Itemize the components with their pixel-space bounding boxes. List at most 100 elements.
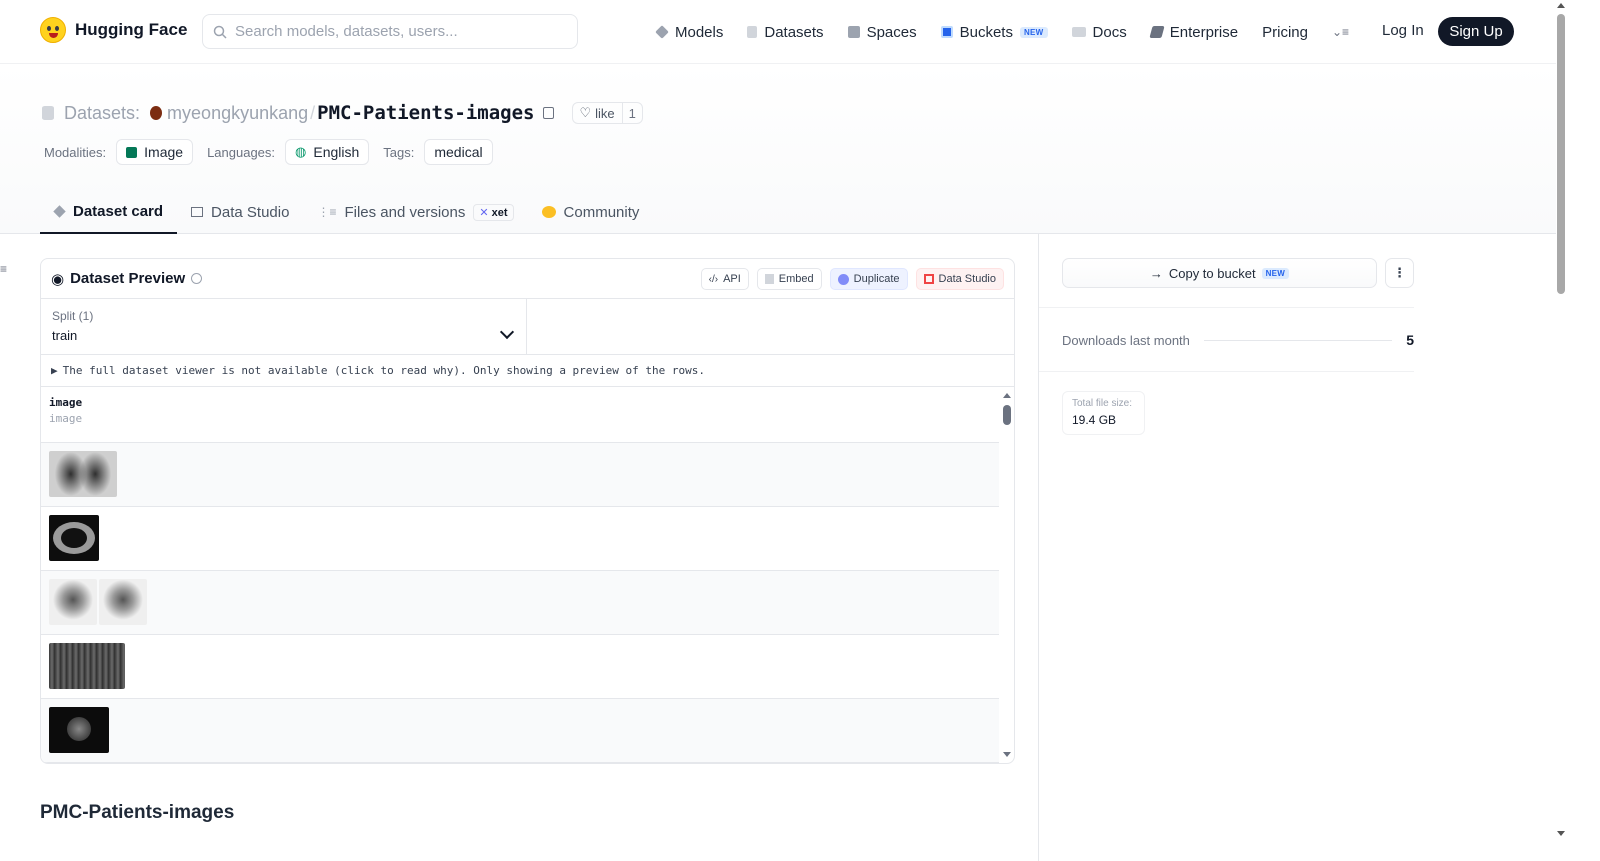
table-row[interactable] (41, 571, 999, 635)
login-link[interactable]: Log In (1382, 22, 1424, 39)
modality-tag[interactable]: Image (116, 139, 194, 165)
preview-header: ◉ Dataset Preview ‹/› API Embed Duplicat… (41, 259, 1014, 299)
search-icon (213, 25, 227, 39)
eye-icon: ◉ (51, 270, 65, 288)
tab-dataset-card[interactable]: Dataset card (40, 190, 178, 234)
nav-datasets[interactable]: Datasets (747, 24, 824, 41)
code-icon: ‹/› (708, 273, 719, 285)
table-row[interactable] (41, 507, 999, 571)
downloads-value: 5 (1406, 332, 1414, 348)
table-row[interactable] (41, 699, 999, 763)
dataset-preview: ◉ Dataset Preview ‹/› API Embed Duplicat… (40, 258, 1015, 764)
like-count[interactable]: 1 (621, 103, 642, 123)
models-icon (655, 25, 669, 39)
heart-icon: ♡ (579, 105, 592, 120)
like-button[interactable]: ♡ like 1 (571, 102, 643, 124)
duplicate-icon (837, 273, 849, 285)
top-nav: Hugging Face Models Datasets Spaces Buck… (0, 0, 1556, 64)
search-input[interactable] (235, 23, 555, 40)
nav-buckets[interactable]: Buckets NEW (940, 24, 1048, 41)
globe-icon: ◍ (295, 144, 307, 159)
buckets-icon (940, 26, 953, 38)
nav-docs[interactable]: Docs (1071, 24, 1127, 41)
signup-button[interactable]: Sign Up (1438, 17, 1514, 46)
brand-name: Hugging Face (75, 20, 188, 39)
ultrasound-thumbnail[interactable] (49, 643, 125, 689)
divider (1039, 307, 1414, 308)
copy-to-bucket-button[interactable]: → Copy to bucket NEW (1062, 258, 1377, 288)
xet-icon: ✕ (479, 206, 489, 219)
xray-thumbnail[interactable] (49, 451, 117, 497)
community-icon (541, 206, 556, 218)
medical-tag[interactable]: medical (424, 139, 493, 165)
spaces-icon (847, 26, 860, 38)
tab-files[interactable]: ⋮≡ Files and versions ✕ xet (303, 190, 527, 234)
data-studio-button[interactable]: Data Studio (915, 268, 1004, 290)
path-separator: / (310, 102, 316, 123)
search-box (202, 14, 578, 49)
scan-thumbnail[interactable] (49, 579, 97, 625)
table-scrollbar[interactable] (1002, 389, 1012, 759)
table-row[interactable] (41, 443, 999, 507)
scroll-thumb[interactable] (1003, 405, 1011, 425)
repo-tabs: Dataset card Data Studio ⋮≡ Files and ve… (40, 190, 653, 234)
new-badge: NEW (1019, 26, 1048, 38)
split-select[interactable]: Split (1) train (41, 299, 527, 354)
repo-type-label[interactable]: Datasets: (64, 103, 140, 124)
embed-icon (764, 274, 774, 284)
scroll-down-icon[interactable] (1003, 752, 1011, 757)
enterprise-icon (1149, 26, 1165, 38)
downloads-line (1203, 339, 1393, 341)
owner-link[interactable]: myeongkyunkang (167, 103, 308, 124)
column-header-image[interactable]: image image (41, 387, 999, 443)
nav-enterprise[interactable]: Enterprise (1149, 24, 1238, 41)
scroll-up-icon[interactable] (1003, 393, 1011, 398)
toc-toggle-icon[interactable]: ≡ (0, 262, 7, 276)
repo-name[interactable]: PMC-Patients-images (317, 102, 534, 124)
duplicate-button[interactable]: Duplicate (829, 268, 908, 290)
table-row[interactable] (41, 635, 999, 699)
new-badge: NEW (1261, 267, 1290, 279)
nav-pricing[interactable]: Pricing (1262, 24, 1308, 41)
viewer-notice[interactable]: ▶ The full dataset viewer is not availab… (41, 355, 1014, 387)
preview-actions: ‹/› API Embed Duplicate Data Studio (700, 268, 1004, 290)
copy-icon[interactable] (542, 107, 554, 119)
image-icon (126, 146, 138, 158)
tab-community[interactable]: Community (528, 190, 654, 234)
arrow-right-icon: → (1149, 265, 1163, 281)
grid-icon (923, 274, 934, 284)
docs-icon (1071, 27, 1086, 37)
xet-badge: ✕ xet (473, 203, 514, 221)
embed-button[interactable]: Embed (756, 268, 822, 290)
disclosure-triangle-icon: ▶ (51, 364, 58, 377)
files-icon: ⋮≡ (317, 205, 337, 219)
language-tag[interactable]: ◍ English (285, 139, 370, 165)
page-scroll-up-icon[interactable] (1557, 3, 1565, 8)
column-divider (1038, 234, 1039, 861)
hugging-face-logo-icon (40, 17, 66, 43)
nav-spaces[interactable]: Spaces (847, 24, 917, 41)
dataset-icon (42, 106, 54, 120)
tab-data-studio[interactable]: Data Studio (177, 190, 303, 234)
table-icon (191, 207, 204, 217)
datasets-icon (747, 26, 758, 38)
logo-link[interactable]: Hugging Face (40, 17, 187, 43)
file-size-value: 19.4 GB (1072, 413, 1117, 427)
scan-thumbnail[interactable] (99, 579, 147, 625)
downloads-stat: Downloads last month 5 (1062, 332, 1414, 348)
page-scroll-down-icon[interactable] (1557, 831, 1565, 836)
page-scroll-thumb[interactable] (1557, 14, 1565, 294)
card-icon (53, 204, 66, 218)
divider (1039, 371, 1414, 372)
owner-avatar (150, 106, 163, 120)
api-button[interactable]: ‹/› API (700, 268, 749, 290)
info-icon[interactable] (191, 273, 203, 284)
more-options-icon[interactable]: ⋮ (1385, 258, 1414, 288)
readme-title: PMC-Patients-images (40, 802, 235, 823)
preview-table: image image (41, 387, 1014, 763)
more-menu-icon[interactable]: ⌄≡ (1332, 25, 1349, 39)
ct-scan-thumbnail[interactable] (49, 515, 99, 561)
echo-thumbnail[interactable] (49, 707, 109, 753)
nav-models[interactable]: Models (655, 24, 723, 41)
nav-links: Models Datasets Spaces Buckets NEW Docs … (655, 20, 1373, 44)
